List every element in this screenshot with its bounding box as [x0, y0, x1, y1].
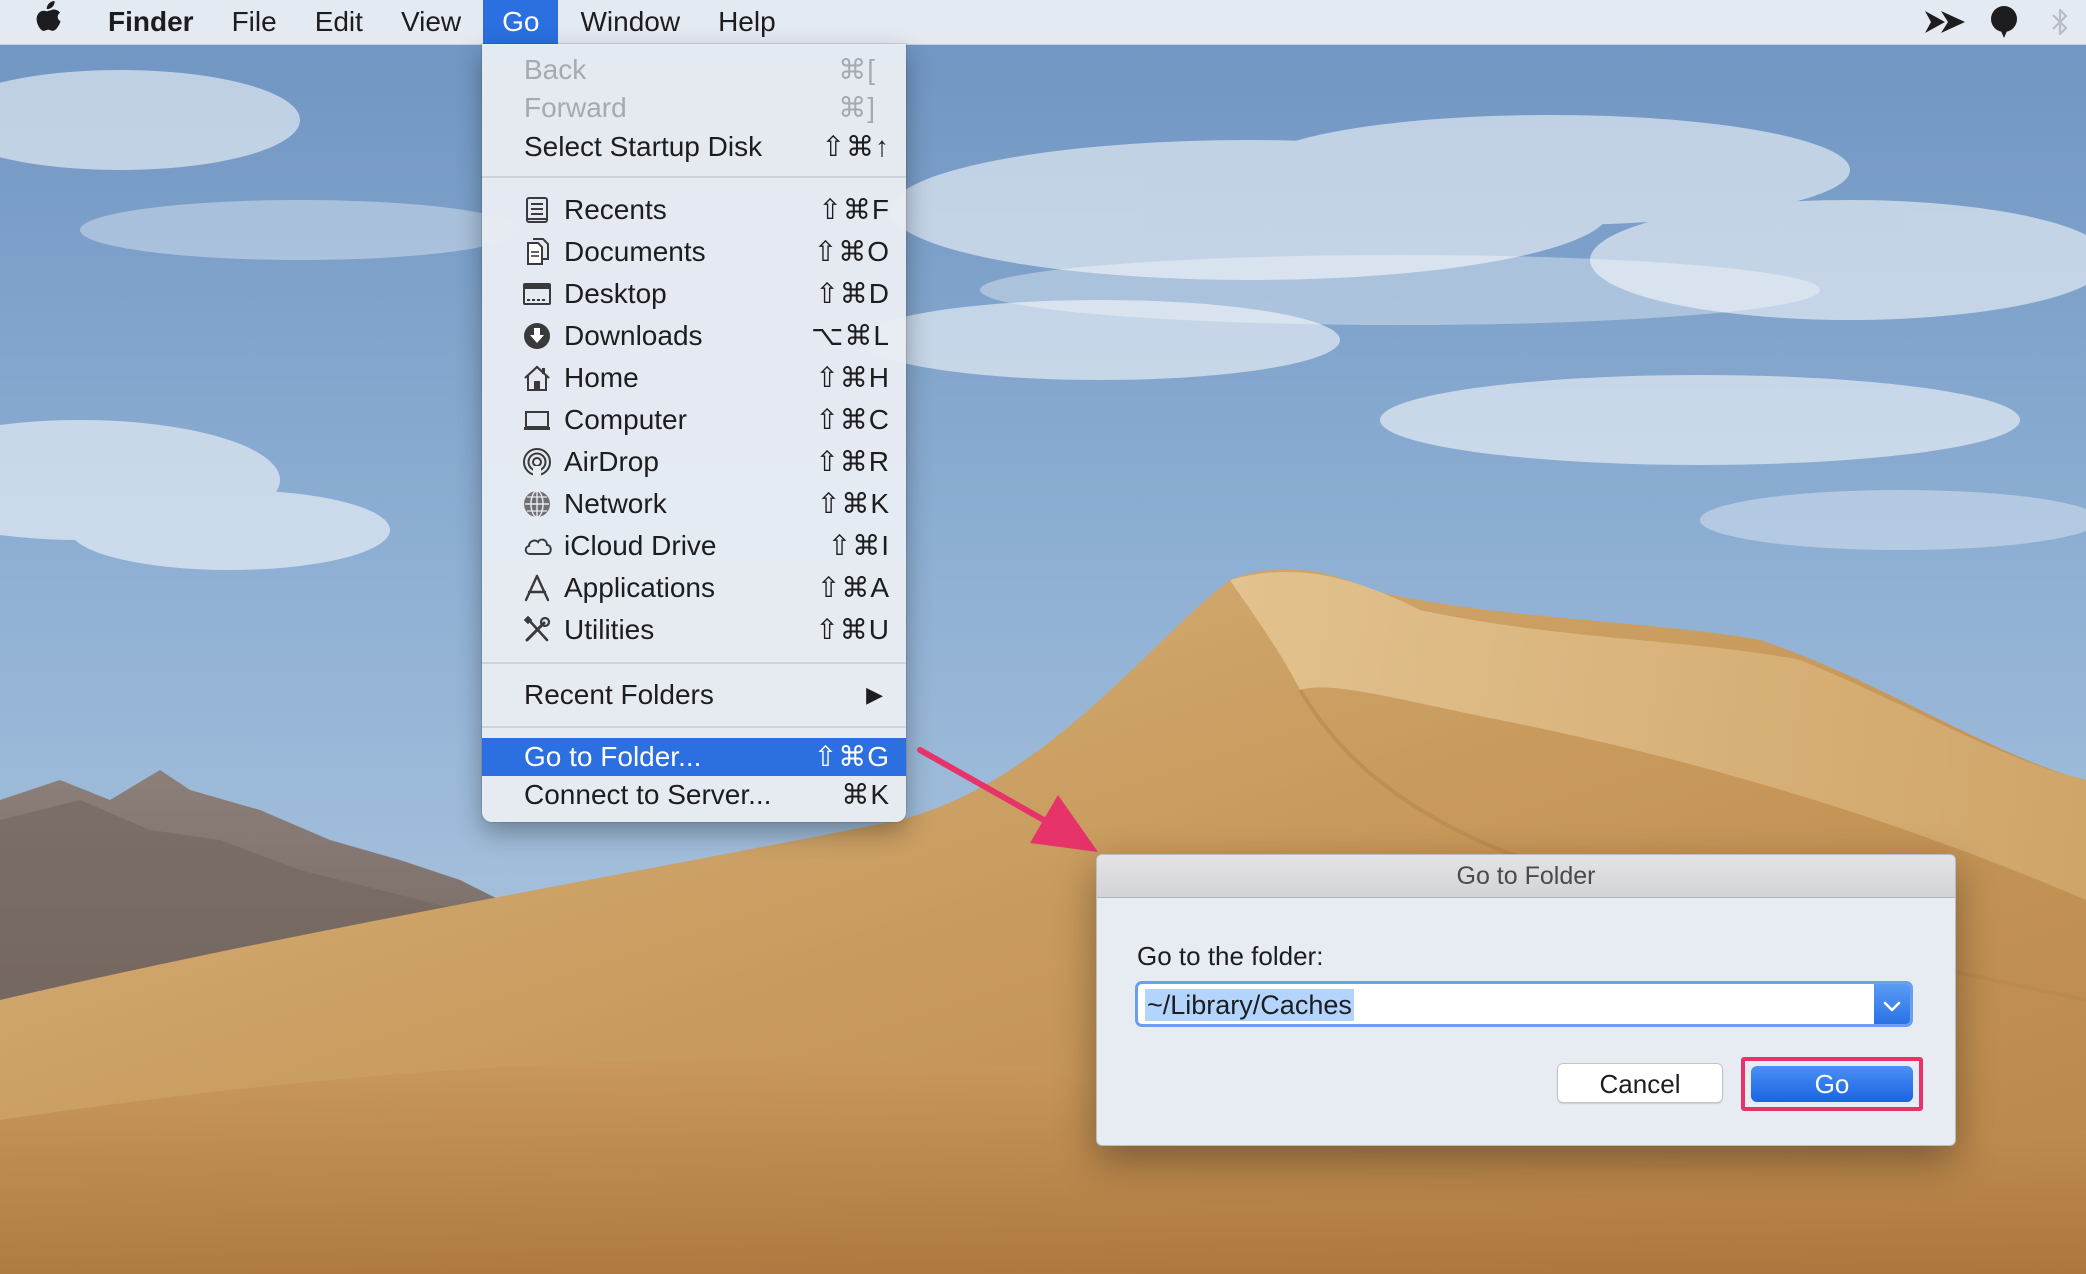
computer-icon	[522, 405, 552, 435]
history-dropdown-button[interactable]	[1874, 984, 1910, 1024]
menu-item-back[interactable]: Back ⌘[	[482, 52, 906, 88]
menu-item-label: Back	[524, 54, 587, 85]
utilities-icon	[522, 615, 552, 645]
menu-item-label: Documents	[564, 236, 706, 267]
menu-item-icloud-drive[interactable]: iCloud Drive ⇧⌘I	[482, 526, 906, 566]
documents-icon	[522, 237, 552, 267]
submenu-arrow-icon: ▶	[866, 682, 884, 707]
menu-window[interactable]: Window	[561, 0, 699, 44]
menu-go[interactable]: Go	[483, 0, 559, 44]
menu-item-home[interactable]: Home ⇧⌘H	[482, 358, 906, 398]
menu-item-label: Network	[564, 488, 667, 519]
menu-finder[interactable]: Finder	[98, 0, 213, 44]
recents-icon	[522, 195, 552, 225]
menu-item-shortcut: ⇧⌘D	[815, 278, 890, 309]
menu-item-label: AirDrop	[564, 446, 659, 477]
menu-item-select-startup-disk[interactable]: Select Startup Disk ⇧⌘↑	[482, 128, 906, 166]
menu-item-shortcut: ⇧⌘A	[816, 572, 890, 603]
menu-item-shortcut: ⇧⌘G	[813, 741, 890, 772]
menu-separator	[482, 176, 906, 178]
icloud-icon	[522, 531, 552, 561]
menu-view[interactable]: View	[382, 0, 480, 44]
menu-item-label: Downloads	[564, 320, 703, 351]
menu-file[interactable]: File	[213, 0, 296, 44]
menu-item-shortcut: ⇧⌘↑	[821, 131, 890, 162]
go-button[interactable]: Go	[1751, 1066, 1913, 1102]
dialog-title: Go to Folder	[1097, 855, 1955, 898]
bluetooth-icon[interactable]	[2034, 0, 2086, 44]
menu-bar: Finder File Edit View Go Window Help	[0, 0, 2086, 45]
menu-item-shortcut: ⌥⌘L	[811, 320, 890, 351]
menu-item-label: Utilities	[564, 614, 655, 645]
menu-item-label: Forward	[524, 92, 627, 123]
menu-item-recent-folders[interactable]: Recent Folders ▶	[482, 674, 906, 716]
balloon-icon[interactable]	[1974, 0, 2034, 44]
menu-item-label: Select Startup Disk	[524, 131, 763, 162]
menu-item-shortcut: ⇧⌘C	[815, 404, 890, 435]
dialog-prompt-label: Go to the folder:	[1137, 941, 1324, 971]
airdrop-icon	[522, 447, 552, 477]
menu-item-shortcut: ⇧⌘H	[815, 362, 890, 393]
menu-item-label: Recents	[564, 194, 667, 225]
menu-item-label: iCloud Drive	[564, 530, 717, 561]
menu-item-shortcut: ⇧⌘O	[813, 236, 890, 267]
menu-item-forward[interactable]: Forward ⌘]	[482, 90, 906, 126]
menu-item-label: Applications	[564, 572, 715, 603]
menu-item-shortcut: ⇧⌘F	[818, 194, 890, 225]
downloads-icon	[522, 321, 552, 351]
menu-item-label: Home	[564, 362, 639, 393]
menu-item-desktop[interactable]: Desktop ⇧⌘D	[482, 274, 906, 314]
menu-item-shortcut: ⌘[	[838, 54, 876, 85]
menu-item-recents[interactable]: Recents ⇧⌘F	[482, 190, 906, 230]
menu-item-shortcut: ⌘K	[841, 779, 890, 810]
menu-item-shortcut: ⇧⌘R	[815, 446, 890, 477]
menu-item-airdrop[interactable]: AirDrop ⇧⌘R	[482, 442, 906, 482]
cancel-button[interactable]: Cancel	[1557, 1063, 1723, 1103]
menu-item-connect-to-server[interactable]: Connect to Server... ⌘K	[482, 776, 906, 814]
menu-item-computer[interactable]: Computer ⇧⌘C	[482, 400, 906, 440]
menu-item-label: Desktop	[564, 278, 667, 309]
go-menu-dropdown: Back ⌘[ Forward ⌘] Select Startup Disk ⇧…	[482, 44, 906, 822]
double-chevron-icon[interactable]	[1916, 0, 1974, 44]
menu-edit[interactable]: Edit	[296, 0, 382, 44]
apple-menu[interactable]	[0, 0, 98, 44]
menu-item-shortcut: ⇧⌘K	[816, 488, 890, 519]
home-icon	[522, 363, 552, 393]
applications-icon	[522, 573, 552, 603]
menu-item-downloads[interactable]: Downloads ⌥⌘L	[482, 316, 906, 356]
go-to-folder-dialog: Go to Folder Go to the folder: ~/Library…	[1096, 854, 1956, 1146]
menu-item-shortcut: ⇧⌘U	[815, 614, 890, 645]
menu-item-label: Computer	[564, 404, 687, 435]
menu-item-label: Connect to Server...	[524, 779, 772, 810]
menu-separator	[482, 662, 906, 664]
chevron-down-icon	[1883, 989, 1901, 1020]
menu-help[interactable]: Help	[699, 0, 795, 44]
menu-item-shortcut: ⇧⌘I	[827, 530, 890, 561]
menu-item-go-to-folder[interactable]: Go to Folder... ⇧⌘G	[482, 738, 906, 776]
menu-item-shortcut: ⌘]	[838, 92, 876, 123]
folder-path-input[interactable]: ~/Library/Caches	[1145, 989, 1354, 1021]
menu-item-documents[interactable]: Documents ⇧⌘O	[482, 232, 906, 272]
menu-item-network[interactable]: Network ⇧⌘K	[482, 484, 906, 524]
status-area	[1916, 0, 2086, 44]
menu-item-utilities[interactable]: Utilities ⇧⌘U	[482, 610, 906, 650]
menu-item-label: Recent Folders	[524, 679, 714, 710]
folder-path-combobox[interactable]: ~/Library/Caches	[1135, 981, 1913, 1027]
network-icon	[522, 489, 552, 519]
apple-icon	[34, 0, 64, 46]
menu-item-applications[interactable]: Applications ⇧⌘A	[482, 568, 906, 608]
menu-item-label: Go to Folder...	[524, 741, 702, 772]
desktop-icon	[522, 279, 552, 309]
menu-separator	[482, 726, 906, 728]
